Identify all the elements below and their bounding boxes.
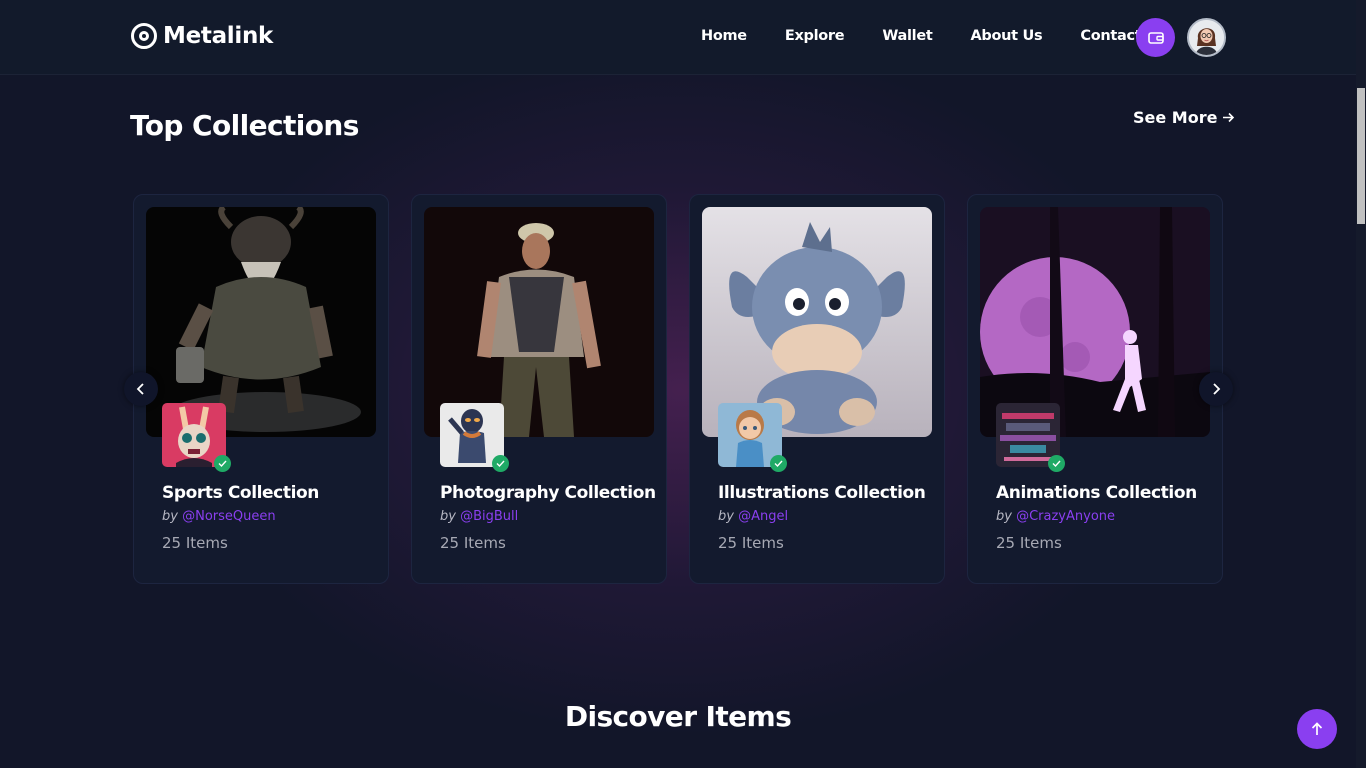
collection-name: Photography Collection xyxy=(440,483,656,503)
chevron-right-icon xyxy=(1213,383,1221,395)
collection-name: Illustrations Collection xyxy=(718,483,926,503)
collection-name: Animations Collection xyxy=(996,483,1197,503)
logo-text: Metalink xyxy=(163,23,274,49)
arrow-up-icon xyxy=(1311,722,1323,735)
by-label: by xyxy=(440,509,456,524)
discover-title: Discover Items xyxy=(564,700,792,733)
collection-author: by @NorseQueen xyxy=(162,509,276,524)
collection-card-illustrations[interactable]: Illustrations Collection by @Angel 25 It… xyxy=(689,194,945,584)
nav-home[interactable]: Home xyxy=(701,28,747,44)
collection-author: by @Angel xyxy=(718,509,788,524)
user-avatar[interactable] xyxy=(1187,18,1226,57)
by-label: by xyxy=(996,509,1012,524)
collection-card-photography[interactable]: Photography Collection by @BigBull 25 It… xyxy=(411,194,667,584)
collection-card-sports[interactable]: Sports Collection by @NorseQueen 25 Item… xyxy=(133,194,389,584)
main-nav: Home Explore Wallet About Us Contact xyxy=(701,28,1179,44)
verified-icon xyxy=(214,455,231,472)
arrow-right-icon xyxy=(1223,112,1235,123)
nav-wallet[interactable]: Wallet xyxy=(882,28,932,44)
nav-contact[interactable]: Contact xyxy=(1080,28,1141,44)
scroll-to-top-button[interactable] xyxy=(1297,709,1337,749)
collection-name: Sports Collection xyxy=(162,483,319,503)
verified-icon xyxy=(770,455,787,472)
verified-icon xyxy=(1048,455,1065,472)
by-label: by xyxy=(162,509,178,524)
author-handle[interactable]: @NorseQueen xyxy=(182,509,276,524)
avatar-icon xyxy=(1189,20,1224,55)
carousel-next-button[interactable] xyxy=(1199,372,1233,406)
logo-icon xyxy=(131,23,157,49)
page-scrollbar[interactable] xyxy=(1356,0,1366,768)
wallet-icon xyxy=(1147,31,1164,44)
nav-explore[interactable]: Explore xyxy=(785,28,845,44)
collection-items-count: 25 Items xyxy=(162,534,228,552)
see-more-link[interactable]: See More xyxy=(1133,108,1235,127)
scrollbar-thumb[interactable] xyxy=(1357,88,1365,224)
author-handle[interactable]: @CrazyAnyone xyxy=(1016,509,1115,524)
carousel-prev-button[interactable] xyxy=(124,372,158,406)
collection-author: by @BigBull xyxy=(440,509,518,524)
by-label: by xyxy=(718,509,734,524)
chevron-left-icon xyxy=(136,383,144,395)
site-header: Metalink Home Explore Wallet About Us Co… xyxy=(0,0,1356,75)
section-title: Top Collections xyxy=(130,109,359,142)
collection-items-count: 25 Items xyxy=(440,534,506,552)
collection-card-animations[interactable]: Animations Collection by @CrazyAnyone 25… xyxy=(967,194,1223,584)
collection-items-count: 25 Items xyxy=(718,534,784,552)
verified-icon xyxy=(492,455,509,472)
collection-items-count: 25 Items xyxy=(996,534,1062,552)
author-handle[interactable]: @BigBull xyxy=(460,509,518,524)
collection-author: by @CrazyAnyone xyxy=(996,509,1115,524)
wallet-button[interactable] xyxy=(1136,18,1175,57)
see-more-label: See More xyxy=(1133,108,1218,127)
nav-about-us[interactable]: About Us xyxy=(970,28,1042,44)
author-handle[interactable]: @Angel xyxy=(738,509,788,524)
logo[interactable]: Metalink xyxy=(131,23,273,49)
